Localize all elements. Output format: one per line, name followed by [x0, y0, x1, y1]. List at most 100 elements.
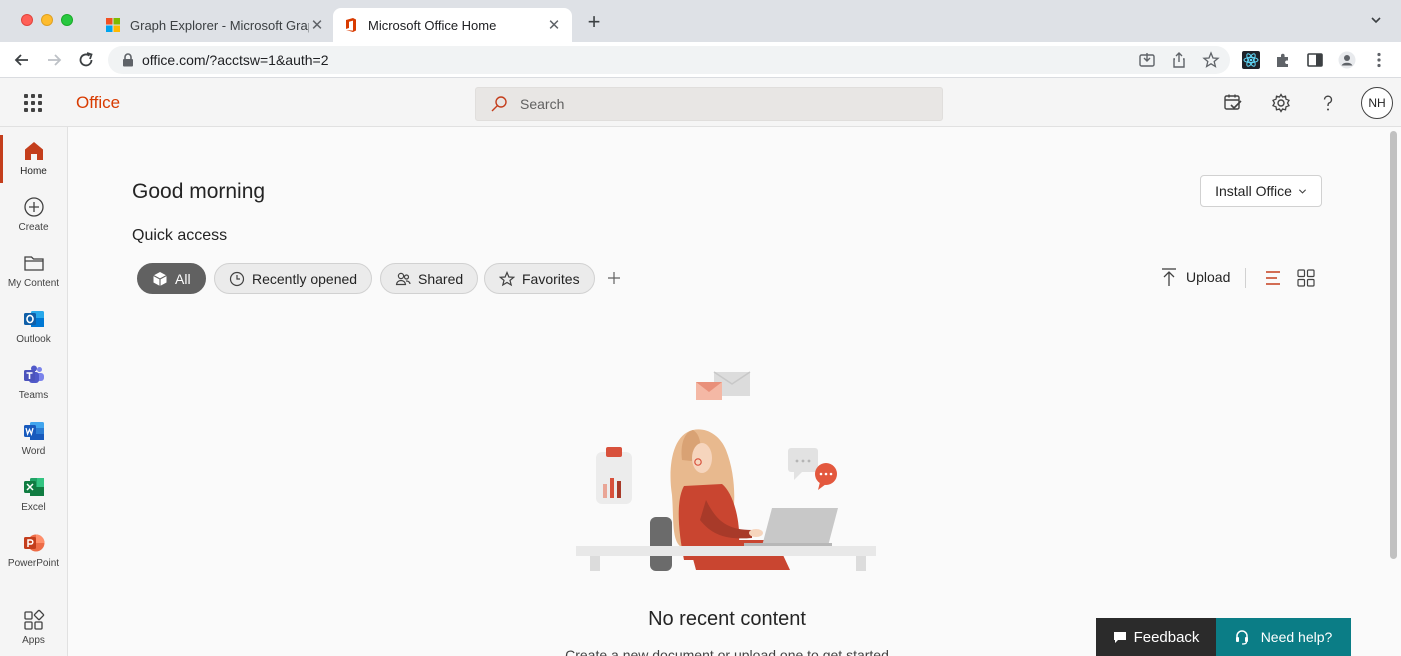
- chevron-down-icon: [1298, 188, 1306, 194]
- filter-label: Recently opened: [252, 270, 358, 287]
- filter-label: Shared: [418, 270, 464, 287]
- people-icon: [395, 272, 411, 285]
- folder-icon: [23, 256, 44, 271]
- scrollbar-thumb[interactable]: [1390, 131, 1397, 559]
- rail-item-label: PowerPoint: [7, 558, 60, 569]
- rail-item-teams[interactable]: Teams: [0, 355, 67, 411]
- app-launcher-icon[interactable]: [24, 94, 42, 112]
- office-header: Office NH: [0, 79, 1401, 127]
- rail-item-my-content[interactable]: My Content: [0, 243, 67, 299]
- browser-menu-icon[interactable]: [1370, 51, 1388, 69]
- install-office-button[interactable]: Install Office: [1200, 175, 1322, 207]
- browser-toolbar: office.com/?acctsw=1&auth=2: [0, 42, 1401, 78]
- help-question-icon[interactable]: [1318, 93, 1338, 113]
- star-icon: [499, 270, 515, 286]
- plus-circle-icon: [23, 197, 44, 217]
- rail-item-label: Home: [20, 166, 47, 177]
- filter-recently-opened-pill[interactable]: Recently opened: [214, 263, 373, 294]
- word-icon: [23, 422, 44, 440]
- install-app-icon[interactable]: [1138, 51, 1156, 69]
- rail-item-apps[interactable]: Apps: [0, 600, 67, 656]
- empty-state-illustration: [576, 371, 876, 571]
- filter-label: All: [175, 270, 191, 287]
- install-office-label: Install Office: [1215, 183, 1292, 199]
- filter-all-pill[interactable]: All: [137, 263, 206, 294]
- search-box[interactable]: [475, 87, 943, 121]
- need-help-label: Need help?: [1260, 629, 1333, 645]
- new-tab-button[interactable]: +: [582, 11, 606, 35]
- feedback-message-icon: [1113, 632, 1126, 643]
- rail-item-label: Excel: [21, 502, 46, 513]
- my-day-icon[interactable]: [1223, 93, 1243, 113]
- window-minimize-button[interactable]: [41, 14, 53, 26]
- add-filter-icon[interactable]: [604, 268, 624, 288]
- rail-item-label: Create: [18, 222, 49, 233]
- left-app-rail: Home Create My Content Outlook Teams Wor…: [0, 127, 68, 656]
- account-avatar[interactable]: NH: [1361, 87, 1393, 119]
- upload-arrow-icon: [1162, 268, 1176, 286]
- feedback-button[interactable]: Feedback: [1096, 618, 1216, 656]
- page-scrollbar[interactable]: [1386, 127, 1401, 656]
- reload-icon[interactable]: [76, 50, 96, 70]
- list-view-icon[interactable]: [1263, 268, 1283, 288]
- rail-item-powerpoint[interactable]: PowerPoint: [0, 523, 67, 579]
- rail-item-create[interactable]: Create: [0, 187, 67, 243]
- tab-close-icon[interactable]: ✕: [309, 16, 325, 34]
- apps-icon: [23, 609, 44, 630]
- search-icon: [491, 96, 507, 112]
- browser-tab-strip: Graph Explorer - Microsoft Graph ✕ Micro…: [0, 0, 1401, 42]
- rail-item-word[interactable]: Word: [0, 411, 67, 467]
- lock-icon[interactable]: [122, 53, 134, 67]
- powerpoint-icon: [23, 534, 44, 552]
- toolbar-divider: [1245, 268, 1246, 288]
- share-icon[interactable]: [1170, 51, 1188, 69]
- greeting-heading: Good morning: [132, 180, 266, 203]
- microsoft-logo-icon: [106, 18, 120, 32]
- react-devtools-extension-icon[interactable]: [1242, 51, 1260, 69]
- main-content: Good morning Install Office Quick access…: [68, 127, 1386, 656]
- url-text: office.com/?acctsw=1&auth=2: [142, 52, 329, 68]
- cube-icon: [153, 271, 167, 286]
- rail-item-label: Apps: [22, 635, 45, 646]
- teams-icon: [23, 365, 44, 383]
- rail-item-label: Outlook: [16, 334, 51, 345]
- forward-arrow-icon[interactable]: [44, 50, 64, 70]
- settings-gear-icon[interactable]: [1271, 93, 1291, 113]
- tab-close-icon[interactable]: ✕: [546, 16, 562, 34]
- tab-title: Microsoft Office Home: [368, 17, 497, 33]
- rail-item-excel[interactable]: Excel: [0, 467, 67, 523]
- headset-icon: [1235, 630, 1248, 645]
- window-close-button[interactable]: [21, 14, 33, 26]
- filter-shared-pill[interactable]: Shared: [380, 263, 479, 294]
- profile-icon[interactable]: [1338, 51, 1356, 69]
- upload-label: Upload: [1186, 269, 1231, 285]
- extensions-puzzle-icon[interactable]: [1274, 51, 1292, 69]
- side-panel-icon[interactable]: [1306, 51, 1324, 69]
- home-icon: [24, 142, 43, 160]
- address-bar[interactable]: office.com/?acctsw=1&auth=2: [108, 46, 1230, 74]
- filter-label: Favorites: [522, 270, 580, 287]
- back-arrow-icon[interactable]: [12, 50, 32, 70]
- tab-title: Graph Explorer - Microsoft Graph: [130, 17, 309, 33]
- rail-item-label: Teams: [18, 390, 49, 401]
- search-input[interactable]: [520, 96, 900, 112]
- upload-button[interactable]: Upload: [1160, 267, 1230, 287]
- clock-icon: [229, 271, 245, 286]
- browser-tab-graph-explorer[interactable]: Graph Explorer - Microsoft Graph ✕: [95, 8, 335, 42]
- feedback-label: Feedback: [1133, 628, 1200, 646]
- excel-icon: [23, 478, 44, 496]
- bookmark-star-icon[interactable]: [1202, 51, 1220, 69]
- window-zoom-button[interactable]: [61, 14, 73, 26]
- grid-view-icon[interactable]: [1296, 268, 1316, 288]
- office-logo-icon: [346, 18, 356, 32]
- office-brand[interactable]: Office: [76, 93, 120, 113]
- rail-item-label: My Content: [7, 278, 60, 289]
- browser-tab-office-home[interactable]: Microsoft Office Home ✕: [333, 8, 572, 42]
- rail-item-label: Word: [21, 446, 46, 457]
- need-help-button[interactable]: Need help?: [1216, 618, 1351, 656]
- filter-favorites-pill[interactable]: Favorites: [484, 263, 595, 294]
- outlook-icon: [23, 311, 44, 327]
- rail-item-home[interactable]: Home: [0, 131, 67, 187]
- rail-item-outlook[interactable]: Outlook: [0, 299, 67, 355]
- tab-search-chevron-icon[interactable]: [1370, 14, 1382, 26]
